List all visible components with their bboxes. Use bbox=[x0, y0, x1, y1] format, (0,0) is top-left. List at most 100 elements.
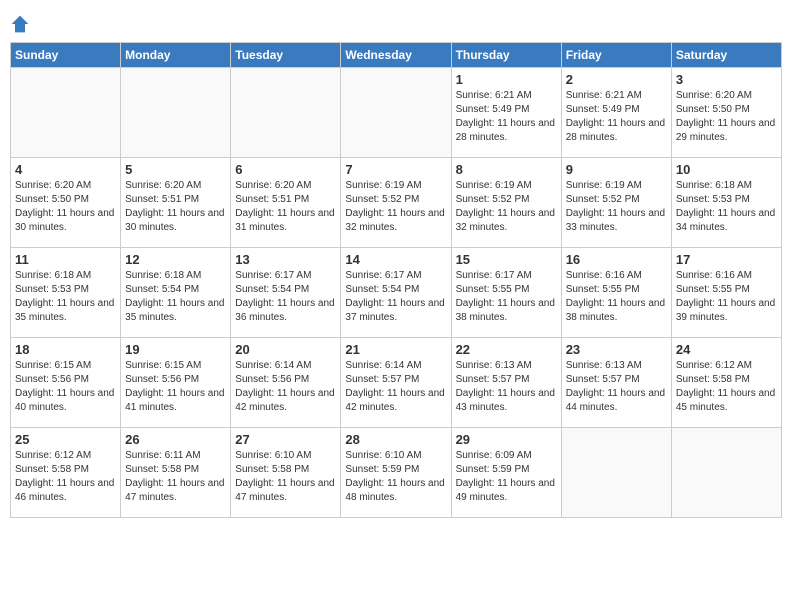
calendar-cell: 22 Sunrise: 6:13 AM Sunset: 5:57 PM Dayli… bbox=[451, 338, 561, 428]
day-info: Sunrise: 6:16 AM Sunset: 5:55 PM Dayligh… bbox=[676, 269, 777, 325]
calendar-cell: 10 Sunrise: 6:18 AM Sunset: 5:53 PM Dayli… bbox=[671, 158, 781, 248]
day-info: Sunrise: 6:15 AM Sunset: 5:56 PM Dayligh… bbox=[15, 359, 116, 415]
calendar-cell: 11Sunrise: 6:18 AM Sunset: 5:53 PM Dayli… bbox=[11, 248, 121, 338]
day-info: Sunrise: 6:14 AM Sunset: 5:56 PM Dayligh… bbox=[235, 359, 336, 415]
day-number: 3 bbox=[676, 72, 777, 87]
day-info: Sunrise: 6:09 AM Sunset: 5:59 PM Dayligh… bbox=[456, 449, 557, 505]
calendar-week-row: 11Sunrise: 6:18 AM Sunset: 5:53 PM Dayli… bbox=[11, 248, 782, 338]
day-number: 29 bbox=[456, 432, 557, 447]
day-number: 14 bbox=[345, 252, 446, 267]
day-number: 1 bbox=[456, 72, 557, 87]
day-info: Sunrise: 6:16 AM Sunset: 5:55 PM Dayligh… bbox=[566, 269, 667, 325]
logo bbox=[10, 10, 34, 34]
day-info: Sunrise: 6:20 AM Sunset: 5:51 PM Dayligh… bbox=[235, 179, 336, 235]
day-info: Sunrise: 6:12 AM Sunset: 5:58 PM Dayligh… bbox=[676, 359, 777, 415]
calendar-cell: 1 Sunrise: 6:21 AM Sunset: 5:49 PM Daylig… bbox=[451, 68, 561, 158]
calendar-cell: 9Sunrise: 6:19 AM Sunset: 5:52 PM Daylig… bbox=[561, 158, 671, 248]
day-info: Sunrise: 6:14 AM Sunset: 5:57 PM Dayligh… bbox=[345, 359, 446, 415]
day-number: 7 bbox=[345, 162, 446, 177]
calendar-cell: 27Sunrise: 6:10 AM Sunset: 5:58 PM Dayli… bbox=[231, 428, 341, 518]
day-number: 23 bbox=[566, 342, 667, 357]
calendar-cell bbox=[341, 68, 451, 158]
day-number: 12 bbox=[125, 252, 226, 267]
calendar-cell: 19 Sunrise: 6:15 AM Sunset: 5:56 PM Dayli… bbox=[121, 338, 231, 428]
day-info: Sunrise: 6:15 AM Sunset: 5:56 PM Dayligh… bbox=[125, 359, 226, 415]
calendar-cell: 7 Sunrise: 6:19 AM Sunset: 5:52 PM Daylig… bbox=[341, 158, 451, 248]
day-info: Sunrise: 6:17 AM Sunset: 5:54 PM Dayligh… bbox=[345, 269, 446, 325]
weekday-header-sunday: Sunday bbox=[11, 43, 121, 68]
day-info: Sunrise: 6:12 AM Sunset: 5:58 PM Dayligh… bbox=[15, 449, 116, 505]
day-number: 26 bbox=[125, 432, 226, 447]
day-number: 19 bbox=[125, 342, 226, 357]
page-header bbox=[10, 10, 782, 34]
calendar-cell: 12 Sunrise: 6:18 AM Sunset: 5:54 PM Dayli… bbox=[121, 248, 231, 338]
day-number: 6 bbox=[235, 162, 336, 177]
day-number: 20 bbox=[235, 342, 336, 357]
calendar-cell: 23 Sunrise: 6:13 AM Sunset: 5:57 PM Dayli… bbox=[561, 338, 671, 428]
calendar-cell: 13Sunrise: 6:17 AM Sunset: 5:54 PM Dayli… bbox=[231, 248, 341, 338]
calendar-cell: 14 Sunrise: 6:17 AM Sunset: 5:54 PM Dayli… bbox=[341, 248, 451, 338]
calendar-cell: 24 Sunrise: 6:12 AM Sunset: 5:58 PM Dayli… bbox=[671, 338, 781, 428]
calendar-cell: 5 Sunrise: 6:20 AM Sunset: 5:51 PM Daylig… bbox=[121, 158, 231, 248]
day-number: 2 bbox=[566, 72, 667, 87]
day-info: Sunrise: 6:21 AM Sunset: 5:49 PM Dayligh… bbox=[566, 89, 667, 145]
day-number: 22 bbox=[456, 342, 557, 357]
weekday-header-wednesday: Wednesday bbox=[341, 43, 451, 68]
day-info: Sunrise: 6:17 AM Sunset: 5:55 PM Dayligh… bbox=[456, 269, 557, 325]
calendar-week-row: 18 Sunrise: 6:15 AM Sunset: 5:56 PM Dayli… bbox=[11, 338, 782, 428]
day-number: 15 bbox=[456, 252, 557, 267]
calendar-cell: 2 Sunrise: 6:21 AM Sunset: 5:49 PM Daylig… bbox=[561, 68, 671, 158]
day-info: Sunrise: 6:19 AM Sunset: 5:52 PM Dayligh… bbox=[456, 179, 557, 235]
day-info: Sunrise: 6:13 AM Sunset: 5:57 PM Dayligh… bbox=[566, 359, 667, 415]
calendar-cell: 29 Sunrise: 6:09 AM Sunset: 5:59 PM Dayli… bbox=[451, 428, 561, 518]
calendar-cell: 26Sunrise: 6:11 AM Sunset: 5:58 PM Dayli… bbox=[121, 428, 231, 518]
day-number: 21 bbox=[345, 342, 446, 357]
day-number: 5 bbox=[125, 162, 226, 177]
day-info: Sunrise: 6:20 AM Sunset: 5:51 PM Dayligh… bbox=[125, 179, 226, 235]
day-number: 18 bbox=[15, 342, 116, 357]
day-info: Sunrise: 6:20 AM Sunset: 5:50 PM Dayligh… bbox=[676, 89, 777, 145]
calendar-cell: 4Sunrise: 6:20 AM Sunset: 5:50 PM Daylig… bbox=[11, 158, 121, 248]
calendar-cell: 18 Sunrise: 6:15 AM Sunset: 5:56 PM Dayli… bbox=[11, 338, 121, 428]
day-info: Sunrise: 6:21 AM Sunset: 5:49 PM Dayligh… bbox=[456, 89, 557, 145]
day-number: 4 bbox=[15, 162, 116, 177]
weekday-header-row: SundayMondayTuesdayWednesdayThursdayFrid… bbox=[11, 43, 782, 68]
day-info: Sunrise: 6:17 AM Sunset: 5:54 PM Dayligh… bbox=[235, 269, 336, 325]
day-info: Sunrise: 6:18 AM Sunset: 5:54 PM Dayligh… bbox=[125, 269, 226, 325]
weekday-header-monday: Monday bbox=[121, 43, 231, 68]
day-number: 9 bbox=[566, 162, 667, 177]
calendar-cell: 17 Sunrise: 6:16 AM Sunset: 5:55 PM Dayli… bbox=[671, 248, 781, 338]
day-info: Sunrise: 6:13 AM Sunset: 5:57 PM Dayligh… bbox=[456, 359, 557, 415]
calendar-cell bbox=[121, 68, 231, 158]
day-number: 8 bbox=[456, 162, 557, 177]
day-number: 25 bbox=[15, 432, 116, 447]
day-info: Sunrise: 6:10 AM Sunset: 5:58 PM Dayligh… bbox=[235, 449, 336, 505]
weekday-header-tuesday: Tuesday bbox=[231, 43, 341, 68]
calendar-cell: 3 Sunrise: 6:20 AM Sunset: 5:50 PM Daylig… bbox=[671, 68, 781, 158]
calendar-cell bbox=[11, 68, 121, 158]
day-number: 10 bbox=[676, 162, 777, 177]
calendar-table: SundayMondayTuesdayWednesdayThursdayFrid… bbox=[10, 42, 782, 518]
calendar-cell: 8 Sunrise: 6:19 AM Sunset: 5:52 PM Daylig… bbox=[451, 158, 561, 248]
weekday-header-thursday: Thursday bbox=[451, 43, 561, 68]
day-info: Sunrise: 6:18 AM Sunset: 5:53 PM Dayligh… bbox=[676, 179, 777, 235]
calendar-week-row: 4Sunrise: 6:20 AM Sunset: 5:50 PM Daylig… bbox=[11, 158, 782, 248]
day-number: 28 bbox=[345, 432, 446, 447]
calendar-cell: 28 Sunrise: 6:10 AM Sunset: 5:59 PM Dayli… bbox=[341, 428, 451, 518]
day-number: 16 bbox=[566, 252, 667, 267]
day-info: Sunrise: 6:10 AM Sunset: 5:59 PM Dayligh… bbox=[345, 449, 446, 505]
calendar-cell bbox=[561, 428, 671, 518]
logo-icon bbox=[10, 14, 30, 34]
day-number: 17 bbox=[676, 252, 777, 267]
calendar-cell: 15 Sunrise: 6:17 AM Sunset: 5:55 PM Dayli… bbox=[451, 248, 561, 338]
calendar-cell bbox=[671, 428, 781, 518]
calendar-cell: 21 Sunrise: 6:14 AM Sunset: 5:57 PM Dayli… bbox=[341, 338, 451, 428]
day-number: 11 bbox=[15, 252, 116, 267]
day-number: 24 bbox=[676, 342, 777, 357]
calendar-cell: 6 Sunrise: 6:20 AM Sunset: 5:51 PM Daylig… bbox=[231, 158, 341, 248]
day-info: Sunrise: 6:19 AM Sunset: 5:52 PM Dayligh… bbox=[345, 179, 446, 235]
weekday-header-friday: Friday bbox=[561, 43, 671, 68]
calendar-cell: 20 Sunrise: 6:14 AM Sunset: 5:56 PM Dayli… bbox=[231, 338, 341, 428]
calendar-cell bbox=[231, 68, 341, 158]
calendar-cell: 25 Sunrise: 6:12 AM Sunset: 5:58 PM Dayli… bbox=[11, 428, 121, 518]
